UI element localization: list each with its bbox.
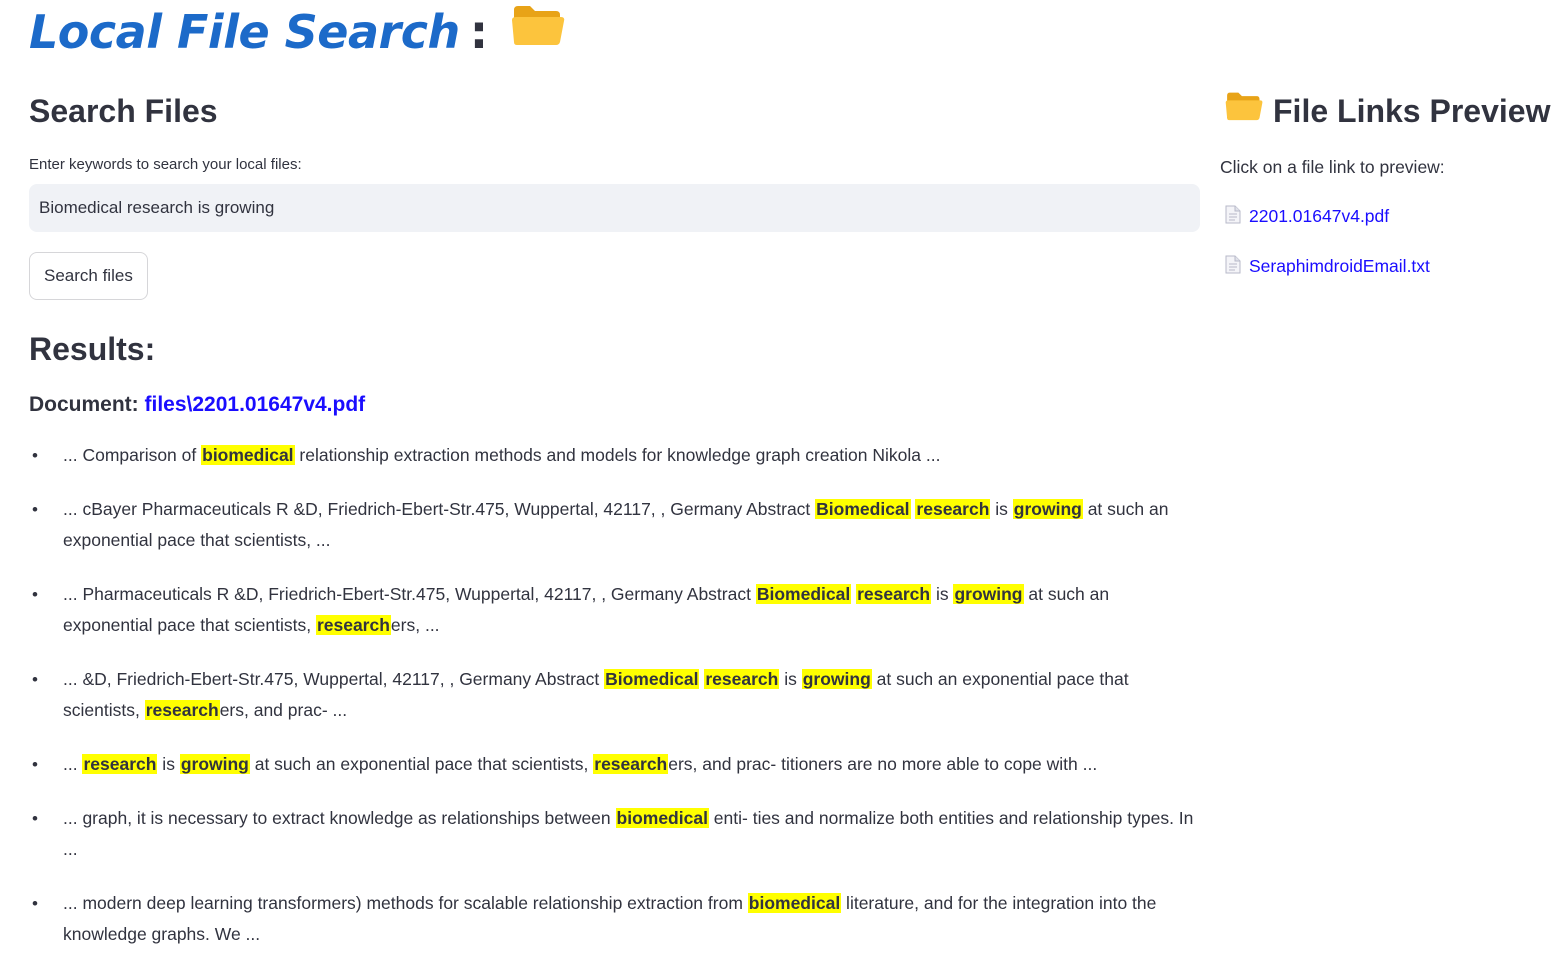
keyword-highlight: biomedical (747, 893, 842, 913)
keyword-highlight: research (315, 615, 391, 635)
snippet-text: ... Pharmaceuticals R &D, Friedrich-Eber… (63, 584, 756, 604)
snippet-list: ... Comparison of biomedical relationshi… (29, 440, 1201, 950)
keyword-highlight: Biomedical (604, 669, 700, 689)
search-input-label: Enter keywords to search your local file… (29, 156, 302, 173)
snippet-text: relationship extraction methods and mode… (294, 445, 941, 465)
file-links-title-text: File Links Preview (1273, 93, 1551, 129)
document-prefix: Document: (29, 393, 139, 416)
keyword-highlight: research (593, 754, 669, 774)
file-link[interactable]: 2201.01647v4.pdf (1249, 206, 1389, 227)
keyword-highlight: growing (801, 669, 872, 689)
snippet-text: ... (63, 754, 83, 774)
file-links-title: File Links Preview (1220, 86, 1550, 139)
document-line: Document: files\2201.01647v4.pdf (29, 390, 1201, 420)
document-icon (1225, 255, 1241, 279)
file-links-panel: File Links Preview Click on a file link … (1220, 86, 1550, 279)
snippet-text: ers, ... (390, 615, 440, 635)
page-title: Local File Search: (29, 2, 565, 66)
snippet-text: ... cBayer Pharmaceuticals R &D, Friedri… (63, 499, 816, 519)
file-link[interactable]: SeraphimdroidEmail.txt (1249, 256, 1430, 277)
file-links-hint: Click on a file link to preview: (1220, 156, 1445, 177)
main-column: Search Files Enter keywords to search yo… (29, 86, 1201, 973)
snippet-text: is (990, 499, 1013, 519)
file-link-item[interactable]: SeraphimdroidEmail.txt (1220, 255, 1550, 279)
keyword-highlight: growing (953, 584, 1024, 604)
snippet-text: is (779, 669, 802, 689)
snippet-text: ers, and prac- titioners are no more abl… (668, 754, 1098, 774)
snippet-item: ... cBayer Pharmaceuticals R &D, Friedri… (32, 494, 1201, 556)
snippet-text: at such an exponential pace that scienti… (249, 754, 594, 774)
keyword-highlight: biomedical (201, 445, 295, 465)
snippet-text: ers, and prac- ... (219, 700, 348, 720)
keyword-highlight: research (856, 584, 932, 604)
snippet-text: ... Comparison of (63, 445, 202, 465)
document-link[interactable]: files\2201.01647v4.pdf (145, 393, 366, 416)
keyword-highlight: Biomedical (755, 584, 852, 604)
snippet-item: ... &D, Friedrich-Ebert-Str.475, Wuppert… (32, 664, 1201, 726)
keyword-highlight: research (144, 700, 220, 720)
snippet-item: ... modern deep learning transformers) m… (32, 888, 1201, 950)
title-colon: : (469, 5, 488, 59)
snippet-item: ... Pharmaceuticals R &D, Friedrich-Eber… (32, 579, 1201, 641)
keyword-highlight: research (915, 499, 991, 519)
page-title-text: Local File Search (29, 5, 460, 59)
snippet-text: ... &D, Friedrich-Ebert-Str.475, Wuppert… (63, 669, 605, 689)
snippet-item: ... research is growing at such an expon… (32, 749, 1201, 780)
snippet-item: ... Comparison of biomedical relationshi… (32, 440, 1201, 471)
search-input[interactable] (29, 184, 1200, 232)
snippet-text: is (931, 584, 954, 604)
snippet-item: ... graph, it is necessary to extract kn… (32, 803, 1201, 865)
keyword-highlight: research (704, 669, 780, 689)
snippet-text: ... modern deep learning transformers) m… (63, 893, 748, 913)
open-folder-icon (1225, 87, 1263, 137)
snippet-text: is (157, 754, 180, 774)
keyword-highlight: growing (179, 754, 250, 774)
file-link-list: 2201.01647v4.pdf SeraphimdroidEmail.txt (1220, 205, 1550, 279)
document-icon (1225, 205, 1241, 229)
open-folder-icon (511, 2, 565, 62)
keyword-highlight: research (82, 754, 158, 774)
keyword-highlight: Biomedical (815, 499, 911, 519)
snippet-text: ... graph, it is necessary to extract kn… (63, 808, 616, 828)
search-heading: Search Files (29, 93, 218, 129)
results-heading: Results: (29, 331, 156, 367)
file-link-item[interactable]: 2201.01647v4.pdf (1220, 205, 1550, 229)
keyword-highlight: biomedical (615, 808, 709, 828)
keyword-highlight: growing (1012, 499, 1083, 519)
search-files-button[interactable]: Search files (29, 252, 148, 300)
